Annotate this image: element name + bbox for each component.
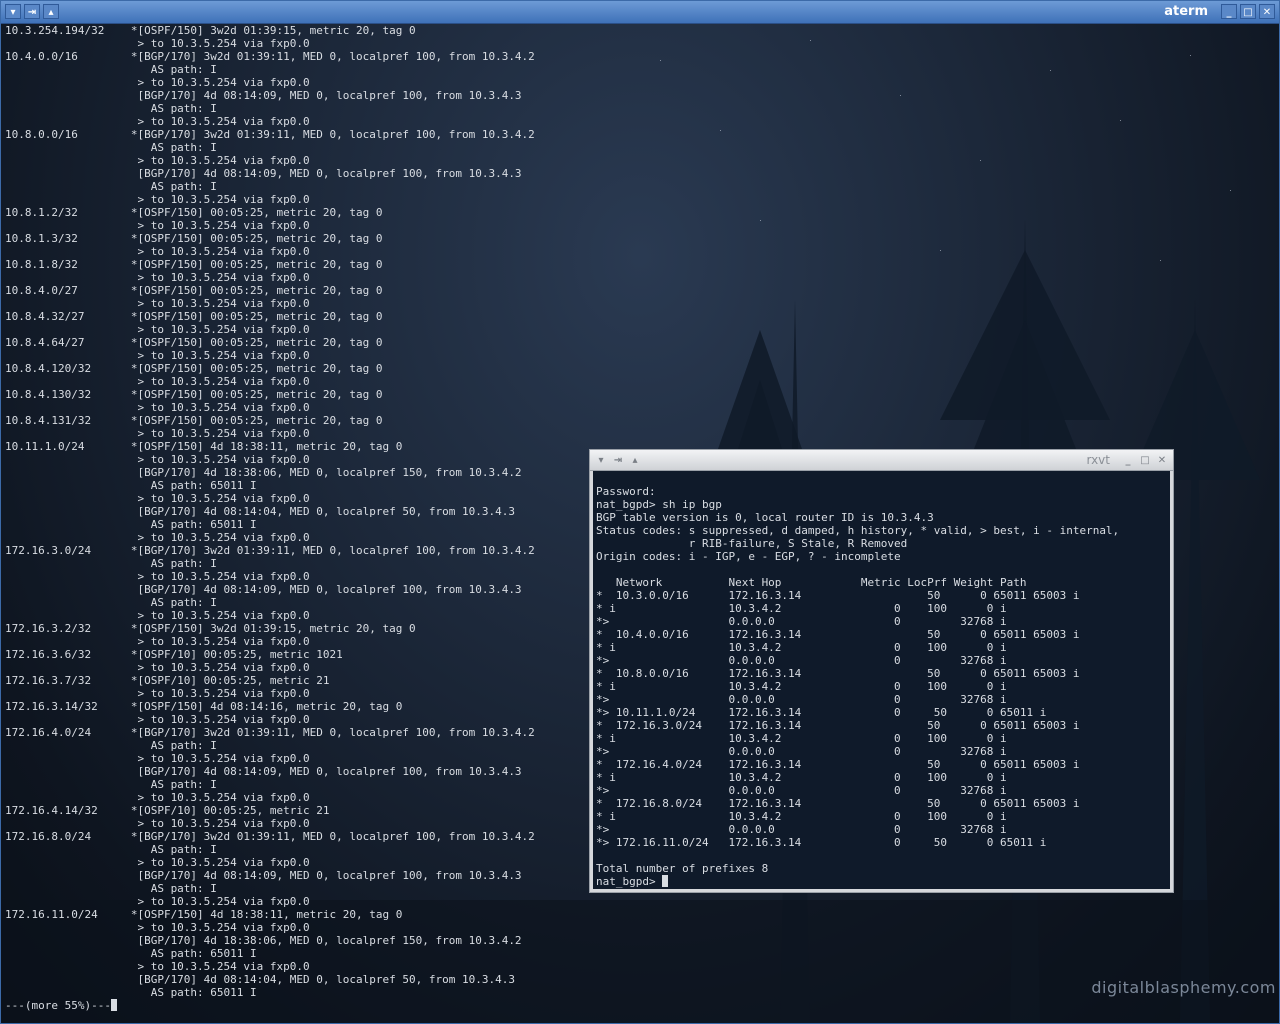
terminal-line: > to 10.3.5.254 via fxp0.0 (5, 323, 310, 336)
terminal-line: * 10.4.0.0/16 172.16.3.14 50 0 65011 650… (596, 628, 1080, 641)
terminal-line: 10.8.4.0/27 *[OSPF/150] 00:05:25, metric… (5, 284, 383, 297)
terminal-line: * i 10.3.4.2 0 100 0 i (596, 810, 1007, 823)
terminal-line: * 10.8.0.0/16 172.16.3.14 50 0 65011 650… (596, 667, 1080, 680)
terminal-line: 10.4.0.0/16 *[BGP/170] 3w2d 01:39:11, ME… (5, 50, 535, 63)
window-menu-icon[interactable]: ▾ (594, 453, 608, 468)
shade-icon[interactable]: ⇥ (611, 453, 625, 468)
terminal-line: nat_bgpd> sh ip bgp (596, 498, 722, 511)
terminal-line: > to 10.3.5.254 via fxp0.0 (5, 245, 310, 258)
terminal-line: * 10.3.0.0/16 172.16.3.14 50 0 65011 650… (596, 589, 1080, 602)
maximize-icon[interactable]: □ (1240, 4, 1256, 19)
terminal-line: *> 0.0.0.0 0 32768 i (596, 745, 1007, 758)
terminal-line: [BGP/170] 4d 08:14:04, MED 0, localpref … (5, 973, 515, 986)
pager-prompt[interactable]: ---(more 55%)--- (5, 999, 1275, 1012)
terminal-line: AS path: I (5, 141, 217, 154)
terminal-line: > to 10.3.5.254 via fxp0.0 (5, 193, 310, 206)
pager-text: ---(more 55%)--- (5, 999, 111, 1012)
terminal-line: AS path: I (5, 102, 217, 115)
rxvt-window[interactable]: ▾ ⇥ ▴ rxvt _ □ ✕ Password: nat_bgpd> sh i… (589, 449, 1174, 893)
terminal-line: > to 10.3.5.254 via fxp0.0 (5, 921, 310, 934)
terminal-line: > to 10.3.5.254 via fxp0.0 (5, 349, 310, 362)
terminal-line: * 172.16.3.0/24 172.16.3.14 50 0 65011 6… (596, 719, 1080, 732)
terminal-line: 10.8.4.64/27 *[OSPF/150] 00:05:25, metri… (5, 336, 383, 349)
terminal-line: * 172.16.4.0/24 172.16.3.14 50 0 65011 6… (596, 758, 1080, 771)
terminal-line: AS path: I (5, 180, 217, 193)
shell-prompt[interactable]: nat_bgpd> (596, 875, 1167, 888)
raise-icon[interactable]: ▴ (628, 453, 642, 468)
terminal-line: r RIB-failure, S Stale, R Removed (596, 537, 908, 550)
terminal-line: BGP table version is 0, local router ID … (596, 511, 934, 524)
window-title: rxvt (1086, 453, 1110, 467)
terminal-line: AS path: 65011 I (5, 947, 257, 960)
terminal-line: > to 10.3.5.254 via fxp0.0 (5, 271, 310, 284)
terminal-line: 10.8.1.8/32 *[OSPF/150] 00:05:25, metric… (5, 258, 383, 271)
minimize-icon[interactable]: _ (1221, 4, 1237, 19)
terminal-line: * i 10.3.4.2 0 100 0 i (596, 641, 1007, 654)
terminal-line: *> 0.0.0.0 0 32768 i (596, 615, 1007, 628)
terminal-line: > to 10.3.5.254 via fxp0.0 (5, 401, 310, 414)
rxvt-titlebar[interactable]: ▾ ⇥ ▴ rxvt _ □ ✕ (590, 450, 1173, 471)
terminal-line: > to 10.3.5.254 via fxp0.0 (5, 115, 310, 128)
terminal-line: Status codes: s suppressed, d damped, h … (596, 524, 1120, 537)
terminal-line: > to 10.3.5.254 via fxp0.0 (5, 297, 310, 310)
terminal-line: 10.8.0.0/16 *[BGP/170] 3w2d 01:39:11, ME… (5, 128, 535, 141)
terminal-line: *> 0.0.0.0 0 32768 i (596, 693, 1007, 706)
terminal-line: > to 10.3.5.254 via fxp0.0 (5, 427, 310, 440)
terminal-line: *> 10.11.1.0/24 172.16.3.14 0 50 0 65011… (596, 706, 1047, 719)
terminal-line: Origin codes: i - IGP, e - EGP, ? - inco… (596, 550, 901, 563)
terminal-line: * 172.16.8.0/24 172.16.3.14 50 0 65011 6… (596, 797, 1080, 810)
maximize-icon[interactable]: □ (1138, 453, 1152, 468)
terminal-line: > to 10.3.5.254 via fxp0.0 (5, 219, 310, 232)
watermark-text: digitalblasphemy.com (1091, 978, 1276, 997)
terminal-line: * i 10.3.4.2 0 100 0 i (596, 771, 1007, 784)
terminal-line: > to 10.3.5.254 via fxp0.0 (5, 960, 310, 973)
aterm-titlebar[interactable]: ▾ ⇥ ▴ aterm _ □ ✕ (1, 1, 1279, 24)
terminal-line: 10.8.1.3/32 *[OSPF/150] 00:05:25, metric… (5, 232, 383, 245)
terminal-line: [BGP/170] 4d 08:14:09, MED 0, localpref … (5, 89, 522, 102)
terminal-line: 10.8.4.131/32 *[OSPF/150] 00:05:25, metr… (5, 414, 383, 427)
terminal-line: *> 0.0.0.0 0 32768 i (596, 823, 1007, 836)
window-menu-icon[interactable]: ▾ (5, 4, 21, 19)
terminal-line: * i 10.3.4.2 0 100 0 i (596, 680, 1007, 693)
terminal-line: *> 0.0.0.0 0 32768 i (596, 654, 1007, 667)
minimize-icon[interactable]: _ (1121, 453, 1135, 468)
shade-icon[interactable]: ⇥ (24, 4, 40, 19)
window-title: aterm (1164, 4, 1208, 19)
terminal-line: Network Next Hop Metric LocPrf Weight Pa… (596, 576, 1027, 589)
terminal-line: [BGP/170] 4d 18:38:06, MED 0, localpref … (5, 934, 522, 947)
terminal-line: > to 10.3.5.254 via fxp0.0 (5, 154, 310, 167)
terminal-line: * i 10.3.4.2 0 100 0 i (596, 602, 1007, 615)
text-cursor (110, 999, 117, 1011)
terminal-line: 10.3.254.194/32 *[OSPF/150] 3w2d 01:39:1… (5, 24, 416, 37)
terminal-line: 10.8.4.130/32 *[OSPF/150] 00:05:25, metr… (5, 388, 383, 401)
terminal-line: 10.8.4.120/32 *[OSPF/150] 00:05:25, metr… (5, 362, 383, 375)
terminal-line: 10.8.1.2/32 *[OSPF/150] 00:05:25, metric… (5, 206, 383, 219)
terminal-line: AS path: 65011 I (5, 986, 257, 999)
terminal-line: > to 10.3.5.254 via fxp0.0 (5, 375, 310, 388)
terminal-line: > to 10.3.5.254 via fxp0.0 (5, 895, 310, 908)
terminal-line: *> 172.16.11.0/24 172.16.3.14 0 50 0 650… (596, 836, 1047, 849)
terminal-line: Password: (596, 485, 656, 498)
terminal-line: > to 10.3.5.254 via fxp0.0 (5, 76, 310, 89)
terminal-line: 172.16.11.0/24 *[OSPF/150] 4d 18:38:11, … (5, 908, 403, 921)
terminal-line: 10.8.4.32/27 *[OSPF/150] 00:05:25, metri… (5, 310, 383, 323)
close-icon[interactable]: ✕ (1155, 453, 1169, 468)
text-cursor (662, 875, 669, 887)
terminal-line: [BGP/170] 4d 08:14:09, MED 0, localpref … (5, 167, 522, 180)
close-icon[interactable]: ✕ (1259, 4, 1275, 19)
terminal-line: *> 0.0.0.0 0 32768 i (596, 784, 1007, 797)
terminal-line: > to 10.3.5.254 via fxp0.0 (5, 37, 310, 50)
prompt-text: nat_bgpd> (596, 875, 663, 888)
rxvt-terminal-output[interactable]: Password: nat_bgpd> sh ip bgp BGP table ve… (593, 471, 1170, 889)
raise-icon[interactable]: ▴ (43, 4, 59, 19)
terminal-line: AS path: I (5, 63, 217, 76)
terminal-line: Total number of prefixes 8 (596, 862, 769, 875)
terminal-line: * i 10.3.4.2 0 100 0 i (596, 732, 1007, 745)
